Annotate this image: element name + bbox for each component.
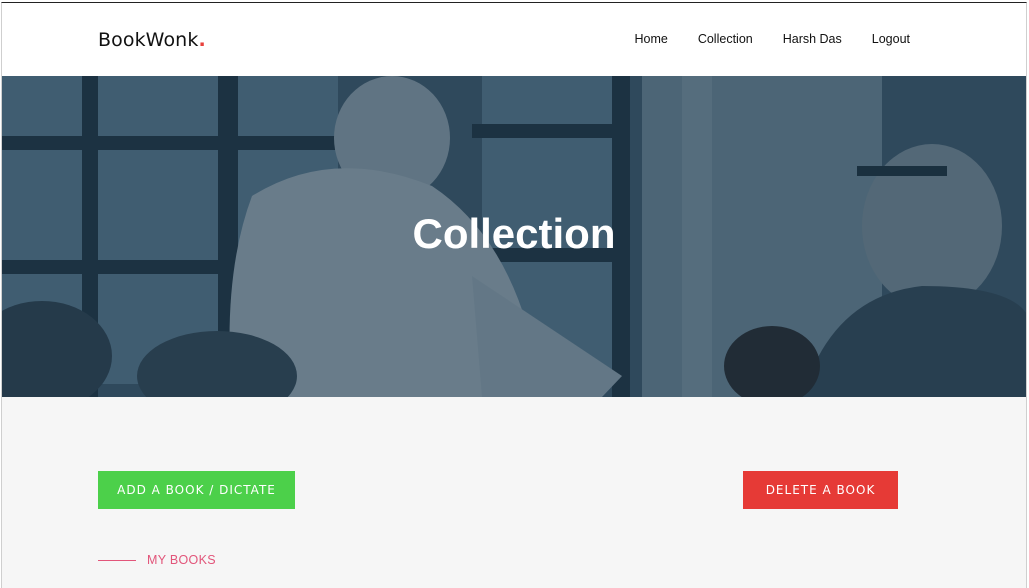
delete-book-button[interactable]: DELETE A BOOK	[743, 471, 898, 509]
hero-banner: Collection	[2, 76, 1026, 397]
page: BookWonk. Home Collection Harsh Das Logo…	[1, 2, 1027, 588]
brand-dot: .	[198, 29, 206, 51]
navbar: BookWonk. Home Collection Harsh Das Logo…	[2, 3, 1026, 76]
add-book-button[interactable]: ADD A BOOK / DICTATE	[98, 471, 295, 509]
nav-link-user-profile[interactable]: Harsh Das	[783, 32, 842, 46]
heading-divider-line	[98, 559, 136, 561]
my-books-heading: MY BOOKS	[98, 553, 216, 567]
page-title: Collection	[412, 210, 616, 257]
nav-link-home[interactable]: Home	[634, 32, 667, 46]
nav-link-logout[interactable]: Logout	[872, 32, 910, 46]
my-books-label: MY BOOKS	[147, 553, 216, 567]
nav-link-collection[interactable]: Collection	[698, 32, 753, 46]
brand-logo[interactable]: BookWonk.	[98, 29, 206, 51]
nav-menu: Home Collection Harsh Das Logout	[604, 32, 910, 46]
brand-name: BookWonk	[98, 29, 199, 51]
